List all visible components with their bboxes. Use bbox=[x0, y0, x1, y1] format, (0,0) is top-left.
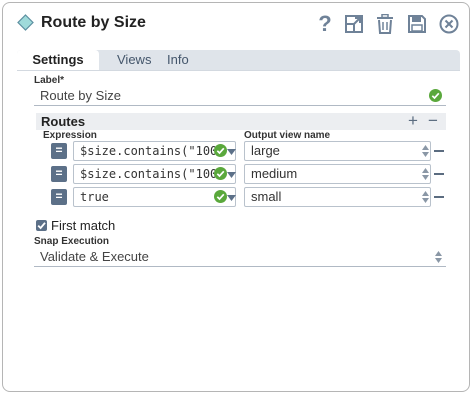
dropdown-caret-icon[interactable] bbox=[227, 147, 236, 156]
label-field-label: Label* bbox=[34, 75, 65, 86]
tab-bar: Settings Views Info bbox=[17, 50, 460, 70]
expression-toggle-button[interactable]: = bbox=[51, 166, 67, 182]
spinner-icon[interactable] bbox=[422, 168, 429, 180]
valid-check-icon bbox=[429, 89, 442, 102]
output-view-column-header: Output view name bbox=[244, 130, 331, 141]
select-arrows-icon[interactable] bbox=[435, 251, 442, 263]
first-match-checkbox[interactable] bbox=[36, 220, 47, 231]
snap-execution-label: Snap Execution bbox=[34, 236, 110, 247]
expression-input[interactable]: $size.contains("100 bbox=[73, 164, 236, 184]
remove-row-button[interactable] bbox=[434, 173, 444, 175]
close-button[interactable] bbox=[437, 12, 461, 36]
expand-button[interactable] bbox=[342, 12, 366, 36]
dialog-title: Route by Size bbox=[41, 14, 146, 31]
tab-divider bbox=[17, 70, 460, 71]
close-icon bbox=[439, 14, 459, 34]
delete-button[interactable] bbox=[373, 12, 397, 36]
tab-views[interactable]: Views bbox=[117, 50, 151, 70]
save-button[interactable] bbox=[405, 12, 429, 36]
expand-icon bbox=[345, 15, 363, 33]
expression-column-header: Expression bbox=[43, 130, 97, 141]
output-view-input[interactable]: medium bbox=[244, 164, 431, 184]
output-view-input[interactable]: large bbox=[244, 141, 431, 161]
dropdown-caret-icon[interactable] bbox=[227, 170, 236, 179]
routes-section-header: Routes + − bbox=[36, 111, 446, 131]
first-match-label: First match bbox=[51, 218, 116, 233]
help-icon: ? bbox=[318, 11, 332, 36]
routes-title: Routes bbox=[41, 114, 86, 129]
valid-check-icon bbox=[214, 190, 227, 203]
valid-check-icon bbox=[214, 167, 227, 180]
snap-settings-dialog: Route by Size ? Settings Views Info Labe… bbox=[2, 2, 470, 392]
dropdown-caret-icon[interactable] bbox=[227, 193, 236, 202]
save-icon bbox=[408, 15, 426, 33]
snap-diamond-icon bbox=[17, 14, 34, 31]
trash-icon bbox=[377, 14, 393, 34]
help-button[interactable]: ? bbox=[313, 12, 337, 36]
remove-row-button[interactable] bbox=[434, 196, 444, 198]
output-view-input[interactable]: small bbox=[244, 187, 431, 207]
remove-route-button[interactable]: − bbox=[428, 111, 438, 131]
add-route-button[interactable]: + bbox=[408, 111, 418, 131]
expression-toggle-button[interactable]: = bbox=[51, 189, 67, 205]
label-input[interactable]: Route by Size bbox=[34, 86, 446, 106]
expression-input[interactable]: true bbox=[73, 187, 236, 207]
dialog-header: Route by Size ? bbox=[3, 3, 469, 43]
spinner-icon[interactable] bbox=[422, 191, 429, 203]
expression-input[interactable]: $size.contains("100 bbox=[73, 141, 236, 161]
tab-info[interactable]: Info bbox=[167, 50, 189, 70]
valid-check-icon bbox=[214, 144, 227, 157]
spinner-icon[interactable] bbox=[422, 145, 429, 157]
tab-settings[interactable]: Settings bbox=[17, 50, 99, 70]
snap-execution-select[interactable]: Validate & Execute bbox=[34, 247, 446, 267]
remove-row-button[interactable] bbox=[434, 150, 444, 152]
expression-toggle-button[interactable]: = bbox=[51, 143, 67, 159]
checkmark-icon bbox=[37, 222, 46, 230]
